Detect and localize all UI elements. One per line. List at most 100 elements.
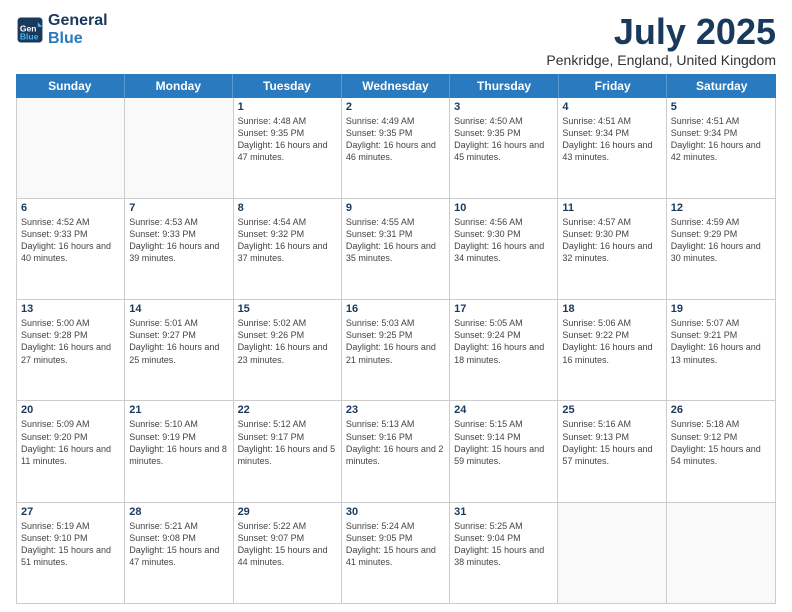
day-27: 27 Sunrise: 5:19 AM Sunset: 9:10 PM Dayli… (17, 503, 125, 603)
day-31: 31 Sunrise: 5:25 AM Sunset: 9:04 PM Dayli… (450, 503, 558, 603)
day-number: 26 (671, 404, 771, 416)
empty-cell (125, 98, 233, 198)
day-3: 3Sunrise: 4:50 AM Sunset: 9:35 PM Daylig… (450, 98, 558, 198)
day-24: 24 Sunrise: 5:15 AM Sunset: 9:14 PM Dayli… (450, 401, 558, 501)
day-number: 24 (454, 404, 553, 416)
cell-info: Sunrise: 5:01 AM Sunset: 9:27 PM Dayligh… (129, 317, 228, 366)
header-sunday: Sunday (16, 74, 125, 98)
cell-info: Sunrise: 5:02 AM Sunset: 9:26 PM Dayligh… (238, 317, 337, 366)
day-number: 20 (21, 404, 120, 416)
cell-info: Sunrise: 5:15 AM Sunset: 9:14 PM Dayligh… (454, 418, 553, 467)
day-number: 31 (454, 506, 553, 518)
day-12: 12Sunrise: 4:59 AM Sunset: 9:29 PM Dayli… (667, 199, 775, 299)
empty-cell (667, 503, 775, 603)
day-number: 23 (346, 404, 445, 416)
day-15: 15 Sunrise: 5:02 AM Sunset: 9:26 PM Dayli… (234, 300, 342, 400)
page-header: Gen Blue General Blue July 2025 Penkridg… (16, 12, 776, 68)
day-11: 11 Sunrise: 4:57 AM Sunset: 9:30 PM Dayli… (558, 199, 666, 299)
cell-info: Sunrise: 5:22 AM Sunset: 9:07 PM Dayligh… (238, 520, 337, 569)
day-number: 16 (346, 303, 445, 315)
day-number: 21 (129, 404, 228, 416)
day-number: 3 (454, 101, 553, 113)
day-number: 7 (129, 202, 228, 214)
day-1: 1 Sunrise: 4:48 AM Sunset: 9:35 PM Daylig… (234, 98, 342, 198)
day-9: 9 Sunrise: 4:55 AM Sunset: 9:31 PM Daylig… (342, 199, 450, 299)
day-30: 30Sunrise: 5:24 AM Sunset: 9:05 PM Dayli… (342, 503, 450, 603)
cell-info: Sunrise: 4:57 AM Sunset: 9:30 PM Dayligh… (562, 216, 661, 265)
day-number: 22 (238, 404, 337, 416)
cell-info: Sunrise: 5:25 AM Sunset: 9:04 PM Dayligh… (454, 520, 553, 569)
day-6: 6Sunrise: 4:52 AM Sunset: 9:33 PM Daylig… (17, 199, 125, 299)
empty-cell (558, 503, 666, 603)
cell-info: Sunrise: 4:54 AM Sunset: 9:32 PM Dayligh… (238, 216, 337, 265)
header-monday: Monday (125, 74, 234, 98)
calendar-grid: 1 Sunrise: 4:48 AM Sunset: 9:35 PM Daylig… (16, 98, 776, 604)
day-21: 21 Sunrise: 5:10 AM Sunset: 9:19 PM Dayli… (125, 401, 233, 501)
day-5: 5Sunrise: 4:51 AM Sunset: 9:34 PM Daylig… (667, 98, 775, 198)
calendar: Sunday Monday Tuesday Wednesday Thursday… (16, 74, 776, 604)
day-number: 9 (346, 202, 445, 214)
day-23: 23 Sunrise: 5:13 AM Sunset: 9:16 PM Dayli… (342, 401, 450, 501)
week-row-2: 6Sunrise: 4:52 AM Sunset: 9:33 PM Daylig… (17, 199, 775, 300)
day-number: 30 (346, 506, 445, 518)
day-2: 2Sunrise: 4:49 AM Sunset: 9:35 PM Daylig… (342, 98, 450, 198)
day-18: 18 Sunrise: 5:06 AM Sunset: 9:22 PM Dayli… (558, 300, 666, 400)
week-row-4: 20 Sunrise: 5:09 AM Sunset: 9:20 PM Dayli… (17, 401, 775, 502)
logo-line1: General (48, 12, 108, 30)
day-number: 4 (562, 101, 661, 113)
cell-info: Sunrise: 5:10 AM Sunset: 9:19 PM Dayligh… (129, 418, 228, 467)
day-4: 4 Sunrise: 4:51 AM Sunset: 9:34 PM Daylig… (558, 98, 666, 198)
day-25: 25 Sunrise: 5:16 AM Sunset: 9:13 PM Dayli… (558, 401, 666, 501)
day-number: 28 (129, 506, 228, 518)
day-10: 10Sunrise: 4:56 AM Sunset: 9:30 PM Dayli… (450, 199, 558, 299)
subtitle: Penkridge, England, United Kingdom (546, 52, 776, 68)
cell-info: Sunrise: 5:21 AM Sunset: 9:08 PM Dayligh… (129, 520, 228, 569)
header-friday: Friday (559, 74, 668, 98)
cell-info: Sunrise: 5:16 AM Sunset: 9:13 PM Dayligh… (562, 418, 661, 467)
cell-info: Sunrise: 5:13 AM Sunset: 9:16 PM Dayligh… (346, 418, 445, 467)
day-20: 20 Sunrise: 5:09 AM Sunset: 9:20 PM Dayli… (17, 401, 125, 501)
cell-info: Sunrise: 4:52 AM Sunset: 9:33 PM Dayligh… (21, 216, 120, 265)
week-row-1: 1 Sunrise: 4:48 AM Sunset: 9:35 PM Daylig… (17, 98, 775, 199)
day-number: 19 (671, 303, 771, 315)
cell-info: Sunrise: 4:48 AM Sunset: 9:35 PM Dayligh… (238, 115, 337, 164)
cell-info: Sunrise: 4:51 AM Sunset: 9:34 PM Dayligh… (562, 115, 661, 164)
day-19: 19Sunrise: 5:07 AM Sunset: 9:21 PM Dayli… (667, 300, 775, 400)
day-number: 11 (562, 202, 661, 214)
day-number: 25 (562, 404, 661, 416)
cell-info: Sunrise: 4:55 AM Sunset: 9:31 PM Dayligh… (346, 216, 445, 265)
day-number: 8 (238, 202, 337, 214)
day-number: 15 (238, 303, 337, 315)
day-13: 13Sunrise: 5:00 AM Sunset: 9:28 PM Dayli… (17, 300, 125, 400)
day-8: 8 Sunrise: 4:54 AM Sunset: 9:32 PM Daylig… (234, 199, 342, 299)
day-number: 1 (238, 101, 337, 113)
header-wednesday: Wednesday (342, 74, 451, 98)
cell-info: Sunrise: 5:03 AM Sunset: 9:25 PM Dayligh… (346, 317, 445, 366)
day-26: 26 Sunrise: 5:18 AM Sunset: 9:12 PM Dayli… (667, 401, 775, 501)
day-number: 5 (671, 101, 771, 113)
day-28: 28 Sunrise: 5:21 AM Sunset: 9:08 PM Dayli… (125, 503, 233, 603)
day-number: 10 (454, 202, 553, 214)
svg-text:Blue: Blue (20, 31, 39, 41)
day-14: 14 Sunrise: 5:01 AM Sunset: 9:27 PM Dayli… (125, 300, 233, 400)
logo-icon: Gen Blue (16, 16, 44, 44)
day-16: 16 Sunrise: 5:03 AM Sunset: 9:25 PM Dayli… (342, 300, 450, 400)
cell-info: Sunrise: 5:00 AM Sunset: 9:28 PM Dayligh… (21, 317, 120, 366)
cell-info: Sunrise: 5:18 AM Sunset: 9:12 PM Dayligh… (671, 418, 771, 467)
cell-info: Sunrise: 4:59 AM Sunset: 9:29 PM Dayligh… (671, 216, 771, 265)
day-number: 18 (562, 303, 661, 315)
logo: Gen Blue General Blue (16, 12, 108, 47)
day-number: 17 (454, 303, 553, 315)
cell-info: Sunrise: 5:06 AM Sunset: 9:22 PM Dayligh… (562, 317, 661, 366)
day-17: 17Sunrise: 5:05 AM Sunset: 9:24 PM Dayli… (450, 300, 558, 400)
empty-cell (17, 98, 125, 198)
day-number: 27 (21, 506, 120, 518)
day-29: 29Sunrise: 5:22 AM Sunset: 9:07 PM Dayli… (234, 503, 342, 603)
cell-info: Sunrise: 5:19 AM Sunset: 9:10 PM Dayligh… (21, 520, 120, 569)
cell-info: Sunrise: 5:09 AM Sunset: 9:20 PM Dayligh… (21, 418, 120, 467)
header-tuesday: Tuesday (233, 74, 342, 98)
week-row-3: 13Sunrise: 5:00 AM Sunset: 9:28 PM Dayli… (17, 300, 775, 401)
day-7: 7Sunrise: 4:53 AM Sunset: 9:33 PM Daylig… (125, 199, 233, 299)
day-number: 14 (129, 303, 228, 315)
week-row-5: 27 Sunrise: 5:19 AM Sunset: 9:10 PM Dayli… (17, 503, 775, 603)
